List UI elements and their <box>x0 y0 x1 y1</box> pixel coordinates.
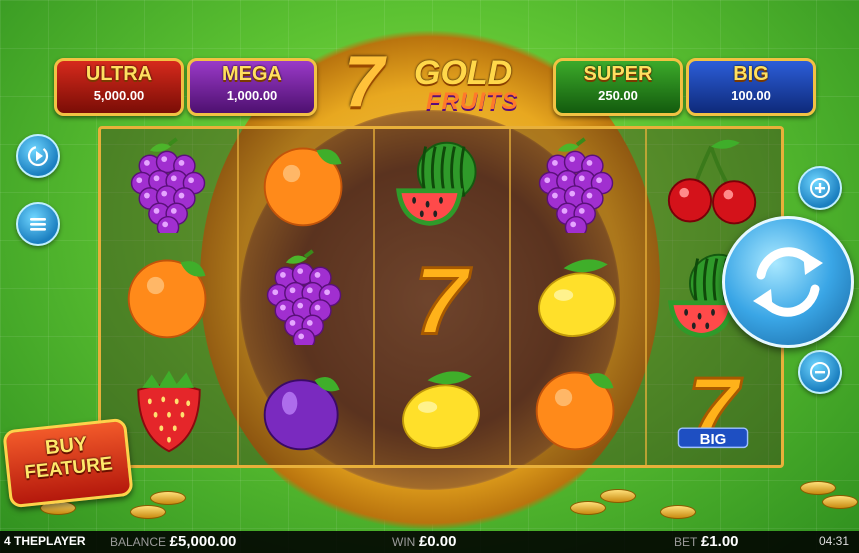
grapes-icon <box>130 137 206 233</box>
symbol-lemon <box>373 353 509 465</box>
menu-button[interactable] <box>16 202 60 246</box>
symbol-orange <box>509 353 645 465</box>
reel-4 <box>509 129 647 465</box>
symbol-grapes <box>509 129 645 241</box>
reel-grid: 7 7 BIG <box>98 126 784 468</box>
orange-icon <box>535 371 615 451</box>
jackpot-super-value: 250.00 <box>598 88 638 103</box>
coin-pile-right <box>560 461 859 531</box>
jackpot-ultra-name: ULTRA <box>85 63 153 85</box>
watermelon-icon <box>396 141 477 226</box>
logo-fruits: FRUITS <box>426 88 519 115</box>
reel-3: 7 <box>373 129 511 465</box>
jackpot-mega-value: 1,000.00 <box>226 88 278 103</box>
orange-icon <box>263 147 343 227</box>
jackpot-super: SUPER 250.00 <box>553 58 683 116</box>
jackpot-big: BIG 100.00 <box>686 58 816 116</box>
symbol-seven-big: 7 BIG <box>645 353 781 465</box>
bet-value: £1.00 <box>700 533 739 550</box>
symbol-plum <box>237 353 373 465</box>
brand-logo: 4 THEPLAYER <box>4 534 86 548</box>
balance-display: BALANCE £5,000.00 <box>110 533 236 550</box>
jackpot-mega: MEGA 1,000.00 <box>187 58 317 116</box>
grapes-icon <box>266 249 342 345</box>
bet-decrease-button[interactable] <box>798 350 842 394</box>
jackpot-super-name: SUPER <box>583 63 653 85</box>
win-value: £0.00 <box>418 533 457 550</box>
big-symbol-label: BIG <box>699 431 727 448</box>
symbol-orange <box>101 241 237 353</box>
strawberry-icon <box>137 370 201 453</box>
symbol-lemon <box>509 241 645 353</box>
jackpot-mega-name: MEGA <box>222 63 282 85</box>
game-screen: ULTRA 5,000.00 MEGA 1,000.00 SUPER 250.0… <box>0 0 859 553</box>
orange-icon <box>127 259 207 339</box>
spin-arrows-icon <box>753 247 823 317</box>
symbol-orange <box>237 129 373 241</box>
grapes-icon <box>538 137 614 233</box>
plum-icon <box>263 377 340 451</box>
jackpot-big-value: 100.00 <box>731 88 771 103</box>
win-label: WIN <box>392 535 416 549</box>
autoplay-button[interactable] <box>16 134 60 178</box>
bet-label: BET <box>674 535 698 549</box>
symbol-seven: 7 <box>373 241 509 353</box>
logo-seven: 7 <box>344 42 385 122</box>
symbol-watermelon <box>373 129 509 241</box>
plus-icon <box>810 178 830 198</box>
spin-button[interactable] <box>722 216 854 348</box>
cherries-icon <box>667 139 757 225</box>
jackpot-ultra-value: 5,000.00 <box>93 88 145 103</box>
svg-text:7: 7 <box>414 249 472 345</box>
symbol-grapes <box>101 129 237 241</box>
win-display: WIN £0.00 <box>392 533 457 550</box>
balance-value: £5,000.00 <box>169 533 237 550</box>
balance-label: BALANCE <box>110 535 167 549</box>
symbol-grapes <box>237 241 373 353</box>
lemon-icon <box>538 259 616 337</box>
clock: 04:31 <box>818 534 849 548</box>
reel-2 <box>237 129 375 465</box>
autoplay-icon <box>27 145 49 167</box>
buy-feature-button[interactable]: BUY FEATURE <box>2 417 134 509</box>
bet-display: BET £1.00 <box>674 533 739 550</box>
jackpot-ultra: ULTRA 5,000.00 <box>54 58 184 116</box>
minus-icon <box>810 362 830 382</box>
bet-increase-button[interactable] <box>798 166 842 210</box>
jackpot-big-name: BIG <box>733 63 769 85</box>
game-logo: 7 GOLD FRUITS <box>340 44 530 120</box>
lemon-icon <box>402 371 480 449</box>
seven-icon: 7 <box>413 249 474 345</box>
menu-icon <box>30 218 46 231</box>
reel-1 <box>101 129 239 465</box>
status-bar: 4 THEPLAYER BALANCE £5,000.00 WIN £0.00 … <box>0 531 859 553</box>
